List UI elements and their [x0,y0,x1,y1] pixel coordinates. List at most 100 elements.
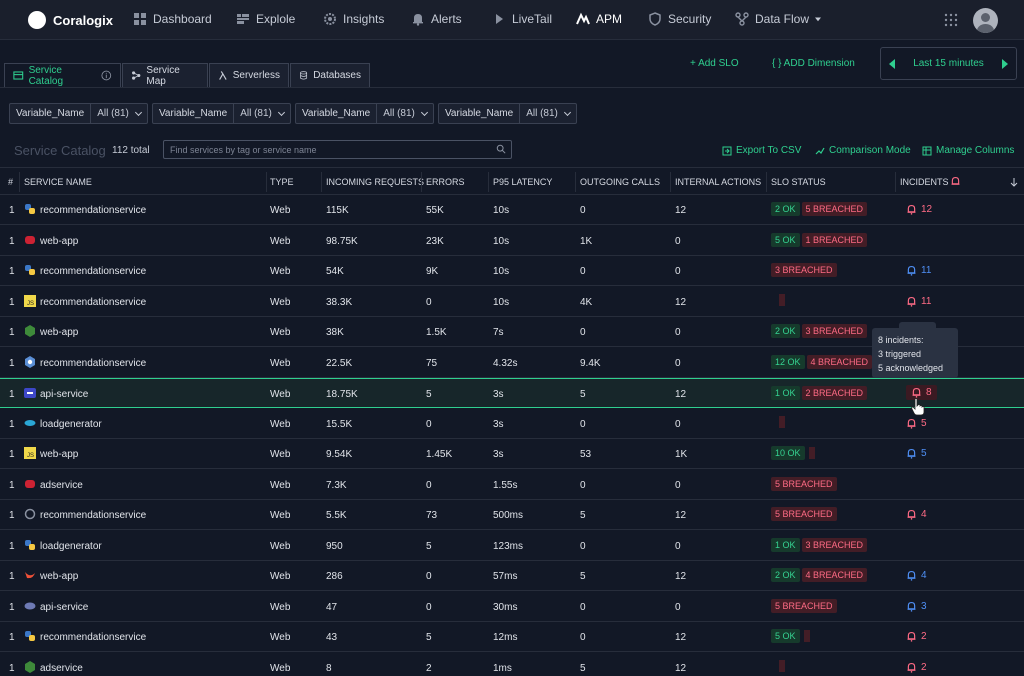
table-row[interactable]: 1 loadgenerator Web 950 5 123ms 0 0 1 OK 3 BREACH… [0,531,1024,561]
tab-databases[interactable]: Databases [290,63,370,87]
incidents-badge[interactable]: 5 [906,448,927,459]
incidents-badge[interactable]: 2 [906,631,927,642]
cell-name[interactable]: recommendationservice [40,297,146,308]
cell-name[interactable]: loadgenerator [40,541,102,552]
variable-filter[interactable]: Variable_Name All (81) [9,103,148,124]
slo-breached-badge[interactable]: 3 BREACHED [801,324,868,338]
slo-ok-badge[interactable]: 1 OK [771,386,800,400]
column-header[interactable]: ERRORS [426,177,465,187]
tab-service-map[interactable]: Service Map [122,63,208,87]
cell-name[interactable]: recommendationservice [40,358,146,369]
slo-ok-badge[interactable]: 10 OK [771,446,805,460]
cell-name[interactable]: recommendationservice [40,205,146,216]
variable-filter[interactable]: Variable_Name All (81) [438,103,577,124]
column-header[interactable]: SLO STATUS [771,177,826,187]
column-header[interactable]: INCIDENTS [900,177,949,187]
manage-columns-button[interactable]: Manage Columns [922,145,1014,156]
table-row[interactable]: 1 adservice Web 7.3K 0 1.55s 0 0 5 BREACHED [0,470,1024,500]
column-header[interactable]: P95 LATENCY [493,177,552,187]
add-dimension-button[interactable]: { } ADD Dimension [772,58,855,69]
table-row[interactable]: 1 recommendationservice Web 54K 9K 10s 0 0 3 BRE… [0,256,1024,286]
nav-explore[interactable]: Explole [236,12,295,26]
cell-name[interactable]: web-app [40,449,78,460]
column-header[interactable]: OUTGOING CALLS [580,177,660,187]
slo-breached-badge[interactable]: 5 BREACHED [801,202,868,216]
cell-name[interactable]: adservice [40,480,83,491]
slo-breached-badge[interactable]: 5 BREACHED [771,476,837,491]
table-row[interactable]: 1 recommendationservice Web 5.5K 73 500ms 5 12 5… [0,500,1024,530]
table-row[interactable]: 1 api-service Web 47 0 30ms 0 0 5 BREACHED 3 [0,592,1024,622]
add-slo-button[interactable]: + Add SLO [690,58,739,69]
table-row[interactable]: 1 web-app Web 9.54K 1.45K 3s 53 1K JS 10 OK 5 [0,439,1024,469]
nav-dashboard[interactable]: Dashboard [133,12,212,26]
slo-ok-badge[interactable]: 2 OK [771,568,800,582]
column-header[interactable]: SERVICE NAME [24,177,92,187]
incidents-badge[interactable]: 3 [906,601,927,612]
table-row[interactable]: 1 api-service Web 18.75K 5 3s 5 12 1 OK 2 BREACHE… [0,378,1024,408]
cell-name[interactable]: recommendationservice [40,510,146,521]
variable-filter[interactable]: Variable_Name All (81) [295,103,434,124]
column-header[interactable]: INCOMING REQUESTS [326,177,424,187]
slo-breached-badge[interactable]: 2 BREACHED [801,386,868,400]
tab-serverless[interactable]: Serverless [209,63,289,87]
slo-breached-badge[interactable]: 5 BREACHED [771,507,837,521]
chevron-left-icon[interactable] [889,58,895,69]
cell-name[interactable]: api-service [40,389,88,400]
incidents-badge[interactable]: 5 [906,418,927,429]
nav-data-flow[interactable]: Data Flow [735,12,822,26]
search-box[interactable] [163,140,512,159]
filter-select[interactable]: All (81) [520,104,576,123]
nav-insights[interactable]: Insights [323,12,384,26]
slo-breached-badge[interactable]: 4 BREACHED [806,354,873,369]
cell-name[interactable]: web-app [40,236,78,247]
sort-down-icon[interactable] [1009,177,1019,187]
table-row[interactable]: 1 loadgenerator Web 15.5K 0 3s 0 0 5 [0,409,1024,439]
incidents-badge[interactable]: 2 [906,662,927,673]
cell-name[interactable]: recommendationservice [40,632,146,643]
slo-ok-badge[interactable]: 1 OK [771,537,800,552]
incidents-badge[interactable]: 12 [906,204,932,215]
slo-breached-badge[interactable]: 5 BREACHED [771,598,837,613]
time-range-picker[interactable]: Last 15 minutes [880,47,1017,80]
export-csv-button[interactable]: Export To CSV [722,145,801,156]
table-row[interactable]: 1 recommendationservice Web 43 5 12ms 0 12 5 OK 2 [0,622,1024,652]
incidents-badge[interactable]: 4 [906,570,927,581]
slo-ok-badge[interactable]: 5 OK [771,232,800,247]
nav-livetail[interactable]: LiveTail [492,12,552,26]
filter-select[interactable]: All (81) [377,104,433,123]
nav-security[interactable]: Security [648,12,711,26]
slo-breached-badge[interactable]: 3 BREACHED [771,263,837,277]
table-row[interactable]: 1 web-app Web 98.75K 23K 10s 1K 0 5 OK 1 BREACHED [0,226,1024,256]
incidents-badge[interactable]: 4 [906,509,927,520]
slo-ok-badge[interactable]: 2 OK [771,324,800,338]
cell-name[interactable]: loadgenerator [40,419,102,430]
avatar[interactable] [973,8,998,33]
table-row[interactable]: 1 recommendationservice Web 22.5K 75 4.32s 9.4… [0,348,1024,378]
apps-grid-icon[interactable] [944,13,958,30]
incidents-badge[interactable]: 11 [906,265,931,276]
table-row[interactable]: 1 recommendationservice Web 115K 55K 10s 0 12 2 … [0,195,1024,225]
tab-service-catalog[interactable]: Service Catalog [4,63,121,87]
chevron-right-icon[interactable] [1001,58,1008,69]
cell-name[interactable]: web-app [40,571,78,582]
incidents-badge[interactable]: 11 [906,296,931,307]
slo-ok-badge[interactable]: 2 OK [771,202,800,216]
slo-breached-badge[interactable]: 4 BREACHED [801,568,868,582]
cell-name[interactable]: recommendationservice [40,266,146,277]
search-input[interactable] [164,141,511,158]
nav-alerts[interactable]: Alerts [411,12,462,26]
brand[interactable]: Coralogix [28,11,113,29]
slo-breached-badge[interactable]: 1 BREACHED [801,232,868,247]
cell-name[interactable]: adservice [40,663,83,674]
cell-name[interactable]: api-service [40,602,88,613]
table-row[interactable]: 1 web-app Web 38K 1.5K 7s 0 0 2 OK 3 BREACHED [0,317,1024,347]
table-row[interactable]: 1 adservice Web 8 2 1ms 5 12 2 [0,653,1024,676]
table-row[interactable]: 1 recommendationservice Web 38.3K 0 10s 4K 12 JS… [0,287,1024,317]
cell-name[interactable]: web-app [40,327,78,338]
table-row[interactable]: 1 web-app Web 286 0 57ms 5 12 2 OK 4 BREACHED 4 [0,561,1024,591]
filter-select[interactable]: All (81) [234,104,290,123]
slo-breached-badge[interactable]: 3 BREACHED [801,537,868,552]
comparison-mode-button[interactable]: Comparison Mode [815,145,911,156]
filter-select[interactable]: All (81) [91,104,147,123]
column-header[interactable]: TYPE [270,177,294,187]
